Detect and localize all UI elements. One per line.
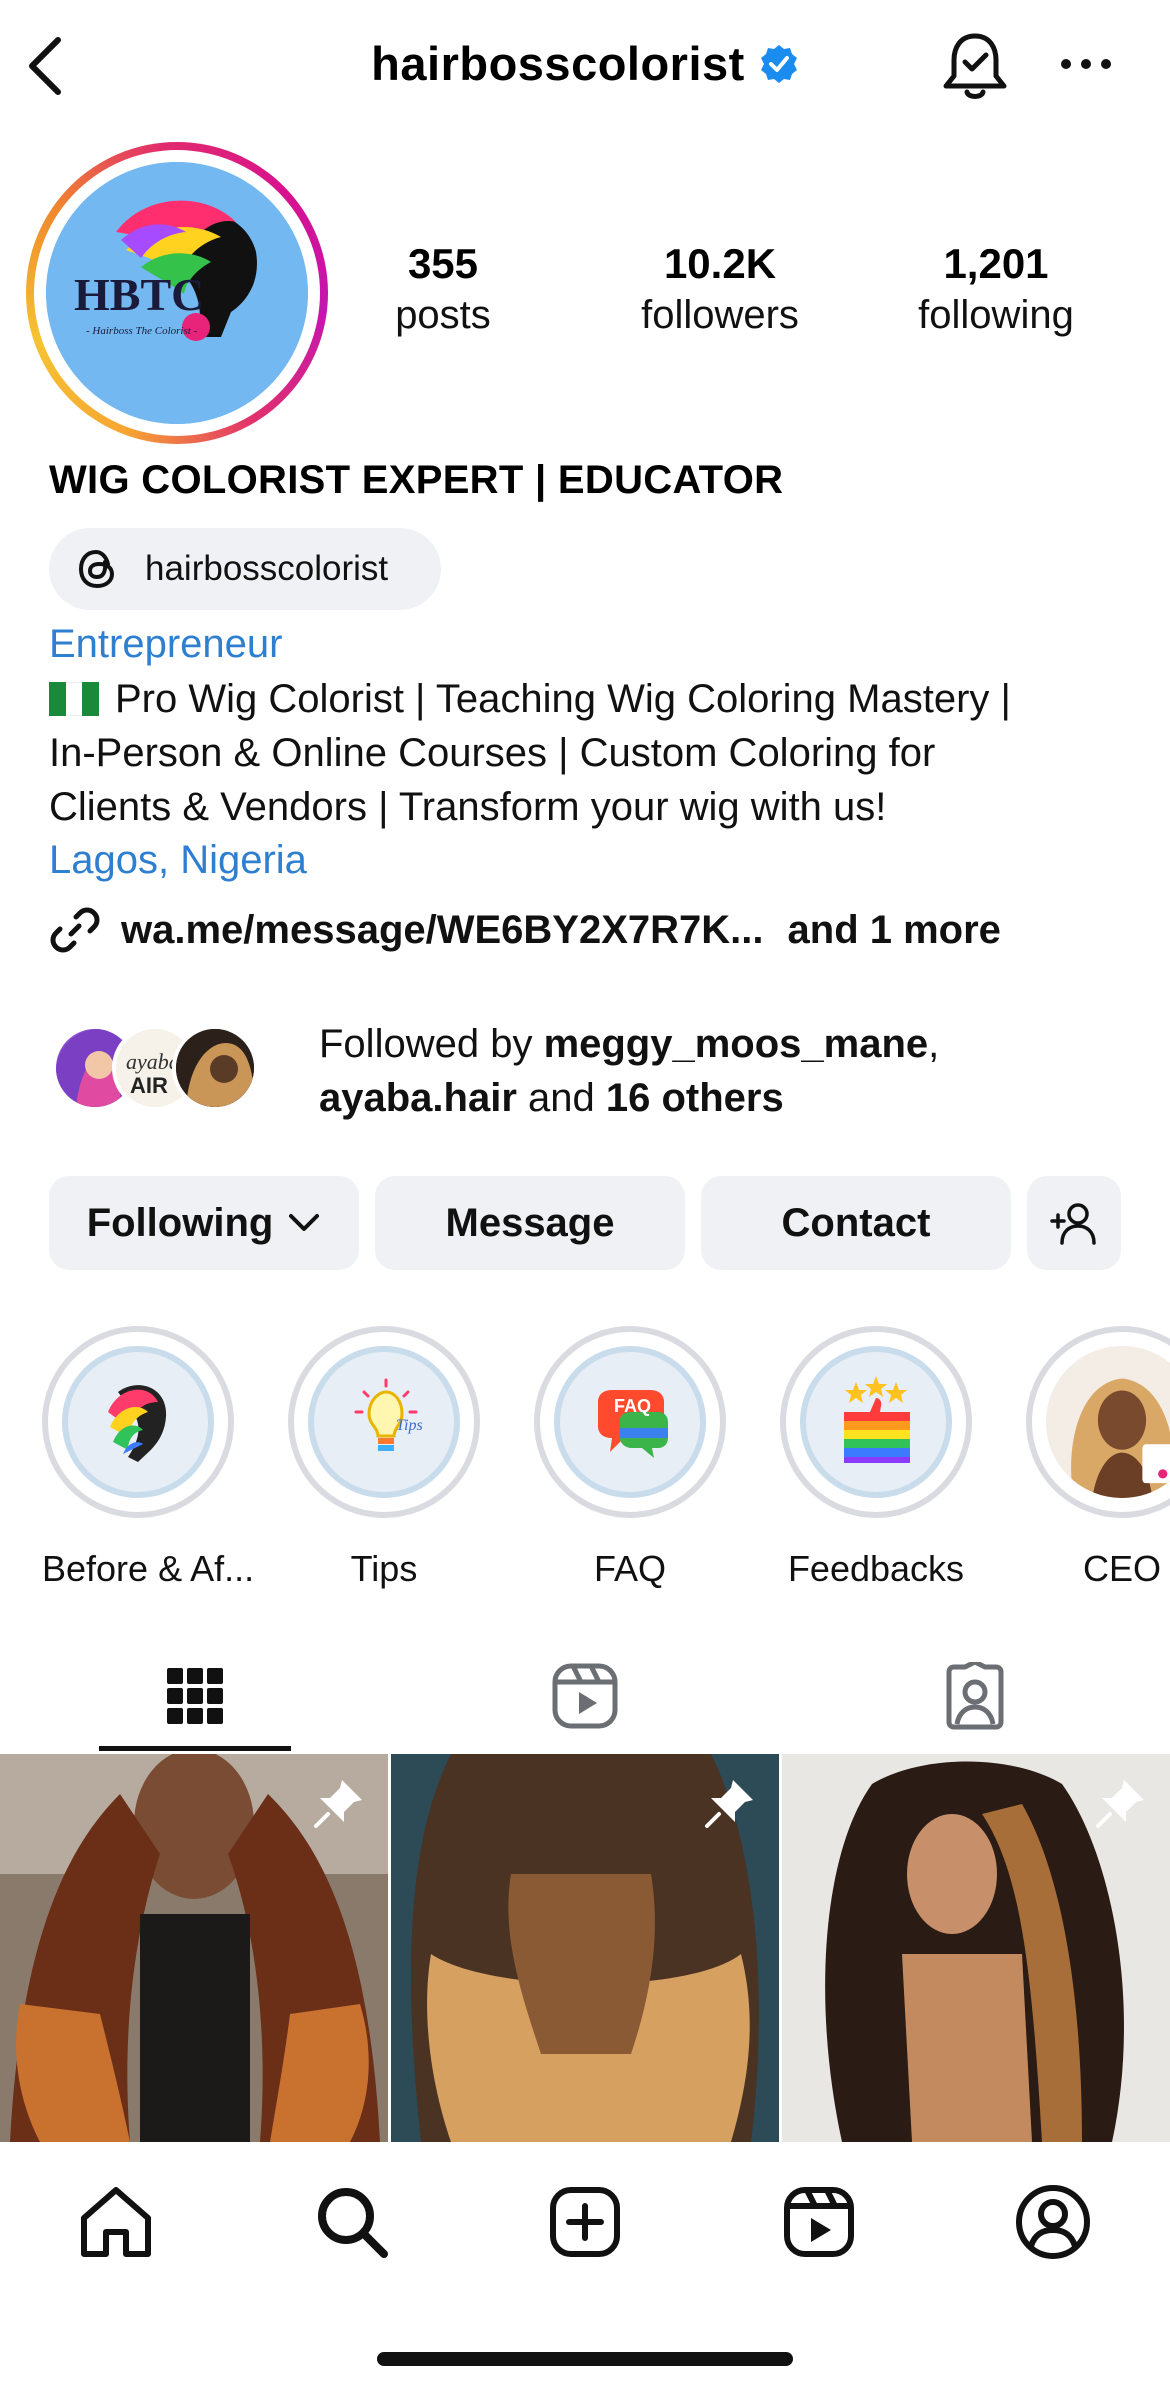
home-indicator[interactable] [377, 2352, 793, 2366]
threads-icon [78, 549, 115, 589]
following-count: 1,201 [943, 240, 1049, 287]
link-icon [50, 907, 100, 953]
tab-tagged[interactable] [780, 1640, 1170, 1752]
suggested-people-button[interactable] [1027, 1176, 1121, 1270]
tab-reels[interactable] [390, 1640, 780, 1752]
posts-count: 355 [407, 240, 479, 287]
pin-icon [705, 1780, 753, 1828]
highlight-ceo[interactable]: CEO [1026, 1326, 1170, 1590]
nigeria-flag-icon [49, 682, 99, 716]
threads-handle: hairbosscolorist [145, 549, 389, 588]
tab-posts-grid[interactable] [0, 1640, 390, 1752]
followers-stat[interactable]: 10.2K followers [620, 238, 820, 340]
profile-tabs [0, 1640, 1170, 1752]
profile-avatar-story-ring[interactable]: HBTC - Hairboss The Colorist - [26, 142, 328, 444]
highlight-label: CEO [1082, 1548, 1161, 1589]
followers-count: 10.2K [663, 240, 777, 287]
home-icon[interactable] [76, 2182, 156, 2262]
highlight-label: FAQ [593, 1548, 667, 1589]
following-stat[interactable]: 1,201 following [896, 238, 1096, 340]
following-label: following [918, 293, 1074, 337]
message-button[interactable]: Message [375, 1176, 685, 1270]
highlight-feedbacks[interactable]: Feedbacks [780, 1326, 972, 1590]
grid-icon [167, 1668, 223, 1724]
pin-icon [1096, 1780, 1144, 1828]
more-options-icon[interactable] [1058, 52, 1114, 76]
ceo-photo [1046, 1346, 1170, 1498]
posts-stat[interactable]: 355 posts [378, 238, 508, 340]
profile-link-more[interactable]: and 1 more [788, 908, 1001, 953]
profile-nav-icon[interactable] [1013, 2182, 1093, 2262]
following-button[interactable]: Following [49, 1176, 359, 1270]
posts-label: posts [395, 293, 491, 337]
pin-icon [314, 1780, 362, 1828]
avatar: HBTC - Hairboss The Colorist - [46, 162, 308, 424]
follower-avatar [172, 1025, 258, 1111]
svg-text:HBTC: HBTC [74, 269, 204, 320]
highlight-label: Tips [350, 1548, 418, 1589]
highlight-tips[interactable]: Tips Tips [288, 1326, 480, 1590]
reels-nav-icon[interactable] [779, 2182, 859, 2262]
followers-label: followers [641, 293, 799, 337]
lightbulb-icon: Tips [354, 1378, 423, 1451]
chevron-down-icon [289, 1214, 320, 1231]
profile-username[interactable]: hairbosscolorist [371, 37, 745, 90]
followed-by-section[interactable]: ayaba AIR Followed by meggy_moos_mane, ay… [52, 1017, 1152, 1123]
verified-badge-icon [760, 44, 797, 83]
threads-profile-link[interactable]: hairbosscolorist [49, 528, 441, 610]
profile-link-url[interactable]: wa.me/message/WE6BY2X7R7K... [121, 908, 764, 953]
hbtc-logo-icon: HBTC - Hairboss The Colorist - [46, 162, 308, 424]
grid-post[interactable] [0, 1754, 388, 2142]
bio-text: Pro Wig Colorist | Teaching Wig Coloring… [49, 672, 1149, 834]
reels-icon [552, 1663, 618, 1729]
bio-line: Pro Wig Colorist | Teaching Wig Coloring… [49, 672, 1149, 726]
create-post-icon[interactable] [545, 2182, 625, 2262]
profile-links[interactable]: wa.me/message/WE6BY2X7R7K... and 1 more [49, 904, 1001, 956]
top-bar: hairbosscolorist [0, 0, 1170, 135]
bio-line: In-Person & Online Courses | Custom Colo… [49, 731, 936, 775]
rainbow-thumbs-up-icon [844, 1376, 910, 1463]
active-tab-indicator [99, 1746, 291, 1751]
faq-chat-icon: FAQ [598, 1390, 668, 1458]
tagged-icon [946, 1662, 1004, 1730]
profile-location[interactable]: Lagos, Nigeria [49, 838, 307, 883]
highlight-before-after[interactable]: Before & Af... [42, 1326, 255, 1590]
bio-line: Clients & Vendors | Transform your wig w… [49, 785, 887, 829]
svg-text:AIR: AIR [130, 1073, 168, 1098]
svg-text:Tips: Tips [396, 1417, 423, 1434]
highlight-faq[interactable]: FAQ FAQ [534, 1326, 726, 1590]
svg-text:FAQ: FAQ [614, 1396, 651, 1416]
grid-post[interactable] [782, 1754, 1170, 2142]
contact-button[interactable]: Contact [701, 1176, 1011, 1270]
rainbow-hair-icon [108, 1385, 167, 1462]
search-icon[interactable] [312, 2182, 392, 2262]
svg-text:- Hairboss The Colorist -: - Hairboss The Colorist - [86, 325, 198, 337]
bell-check-icon[interactable] [940, 28, 1010, 104]
grid-post[interactable] [391, 1754, 779, 2142]
highlight-label: Feedbacks [787, 1548, 965, 1589]
followed-by-text: Followed by meggy_moos_mane, ayaba.hair … [319, 1022, 940, 1120]
profile-category[interactable]: Entrepreneur [49, 622, 282, 667]
add-person-icon [1050, 1203, 1096, 1245]
profile-display-name: WIG COLORIST EXPERT | EDUCATOR [49, 458, 784, 502]
highlight-label: Before & Af... [42, 1548, 255, 1589]
